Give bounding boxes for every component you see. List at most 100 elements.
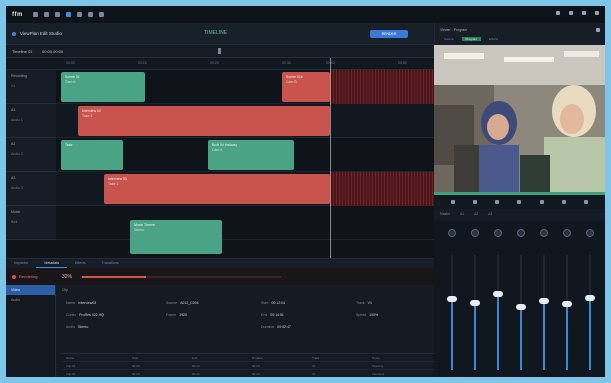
field-value[interactable]: 1920 <box>179 313 187 317</box>
column-header[interactable]: End <box>192 356 197 360</box>
column-header[interactable]: Notes <box>372 356 380 360</box>
timeline-clip[interactable]: Scene 01 Cam A <box>61 72 145 102</box>
field-value[interactable]: 100% <box>369 313 378 317</box>
video-preview[interactable] <box>434 45 605 192</box>
volume-fader[interactable] <box>447 295 457 302</box>
tab-a3[interactable]: A3 <box>488 212 492 218</box>
pan-knob[interactable] <box>517 229 525 237</box>
volume-fader[interactable] <box>562 301 572 308</box>
minimize-icon[interactable] <box>569 11 573 15</box>
pan-knob[interactable] <box>540 229 548 237</box>
tab-metadata[interactable]: Metadata <box>36 259 67 268</box>
field-value[interactable]: 00:12:04 <box>271 301 285 305</box>
select-tool-icon[interactable] <box>32 12 38 17</box>
field-value[interactable]: V1 <box>368 301 372 305</box>
volume-fader[interactable] <box>516 303 526 310</box>
track-header-4[interactable]: A3 Audio 3 <box>6 172 56 206</box>
render-pending-region <box>330 70 434 104</box>
skip-back-icon[interactable] <box>451 200 456 204</box>
tab-effects[interactable]: Effects <box>67 259 94 268</box>
tab-program[interactable]: Program <box>461 37 482 41</box>
timeline-clip[interactable]: Take <box>61 140 123 170</box>
close-icon[interactable] <box>595 11 599 15</box>
table-cell: Interview <box>372 372 385 376</box>
level-meter <box>451 255 453 370</box>
timeline-clip[interactable]: Scene 01b Cam B <box>282 72 330 102</box>
tab-viewer-effects[interactable]: Effects <box>485 37 502 41</box>
field-value[interactable]: 00:14:51 <box>270 313 284 317</box>
razor-tool-icon[interactable] <box>43 12 49 17</box>
field-duration: Duration 00:02:47 <box>261 325 291 329</box>
field-key: Frame <box>166 313 177 317</box>
sidebar-item-video[interactable]: Video <box>6 285 55 295</box>
sequence-name[interactable]: Timeline 01 <box>12 49 33 54</box>
timeline-clip[interactable]: Broll 04 Hallway Cam A <box>208 140 294 170</box>
field-key: Start <box>261 301 269 305</box>
field-start: Start 00:12:04 <box>261 301 285 305</box>
pan-knob[interactable] <box>563 229 571 237</box>
render-button[interactable]: RENDER <box>370 30 408 38</box>
volume-fader[interactable] <box>470 300 480 307</box>
column-header[interactable]: Track <box>312 356 319 360</box>
column-header[interactable]: Duration <box>252 356 263 360</box>
field-codec: Codec ProRes 422 HQ <box>66 313 104 317</box>
track-header-2[interactable]: A1 Audio 1 <box>6 104 56 138</box>
volume-fader[interactable] <box>585 294 595 301</box>
step-back-icon[interactable] <box>473 200 478 204</box>
pan-knob[interactable] <box>471 229 479 237</box>
render-percent: 32% <box>62 273 73 280</box>
timeline-clip[interactable]: Music Theme Stereo <box>130 220 222 254</box>
field-value[interactable]: ProRes 422 HQ <box>79 313 104 317</box>
field-value[interactable]: 00:02:47 <box>277 325 291 329</box>
field-value[interactable]: A012_C004 <box>180 301 199 305</box>
tab-inspector[interactable]: Inspector <box>6 259 36 268</box>
tab-transitions[interactable]: Transitions <box>94 259 127 268</box>
zoom-tool-icon[interactable] <box>87 12 93 17</box>
clip-sub: Cam A <box>212 148 223 152</box>
playhead[interactable] <box>330 58 331 258</box>
transport-controls <box>434 195 605 209</box>
track-header-1[interactable]: Recording V1 <box>6 70 56 104</box>
marker-tool-icon[interactable] <box>76 12 82 17</box>
step-forward-icon[interactable] <box>517 200 522 204</box>
volume-fader[interactable] <box>493 291 503 298</box>
track-header-5[interactable]: Music Bed <box>6 206 56 240</box>
volume-fader[interactable] <box>539 298 549 304</box>
playhead-marker-icon[interactable] <box>218 48 221 54</box>
track-header-3[interactable]: A2 Audio 2 <box>6 138 56 172</box>
sidebar-item-audio[interactable]: Audio <box>6 295 55 305</box>
pan-knob[interactable] <box>586 229 594 237</box>
table-row[interactable]: Clip 01 00:00 00:10 00:10 V1 Opening <box>62 361 434 369</box>
field-key: Audio <box>66 325 75 329</box>
tab-source[interactable]: Source <box>440 37 458 41</box>
field-key: Track <box>356 301 365 305</box>
project-name[interactable]: ViewPlan Edit Studio <box>12 31 62 36</box>
column-header[interactable]: Name <box>66 356 74 360</box>
field-value[interactable]: Interview03 <box>78 301 96 305</box>
close-icon[interactable] <box>596 28 600 32</box>
tab-a2[interactable]: A2 <box>474 212 478 218</box>
track-name: A2 <box>11 142 16 146</box>
table-cell: 00:14 <box>252 372 260 376</box>
skip-forward-icon[interactable] <box>539 200 544 204</box>
timeline-clip[interactable]: Interview 02 Take 3 <box>78 106 330 136</box>
tab-master[interactable]: Master <box>440 212 450 218</box>
level-meter <box>589 255 591 370</box>
field-value[interactable]: Stereo <box>78 325 88 329</box>
snap-toggle-icon[interactable] <box>65 12 71 17</box>
hand-tool-icon[interactable] <box>54 12 60 17</box>
column-header[interactable]: Start <box>132 356 138 360</box>
pan-knob[interactable] <box>494 229 502 237</box>
timeline-clip[interactable]: Interview 03 Take 1 <box>104 174 330 204</box>
settings-icon[interactable] <box>556 11 560 15</box>
volume-icon[interactable] <box>583 200 588 204</box>
pan-knob[interactable] <box>448 229 456 237</box>
time-ruler[interactable]: 00:00 00:10 00:20 00:30 00:40 00:50 <box>6 58 434 70</box>
field-end: End 00:14:51 <box>261 313 284 317</box>
table-row[interactable]: Clip 02 00:10 00:24 00:14 V1 Interview <box>62 369 434 377</box>
text-tool-icon[interactable] <box>98 12 104 17</box>
tab-a1[interactable]: A1 <box>460 212 464 218</box>
loop-icon[interactable] <box>561 200 566 204</box>
play-icon[interactable] <box>495 200 500 204</box>
maximize-icon[interactable] <box>582 11 586 15</box>
